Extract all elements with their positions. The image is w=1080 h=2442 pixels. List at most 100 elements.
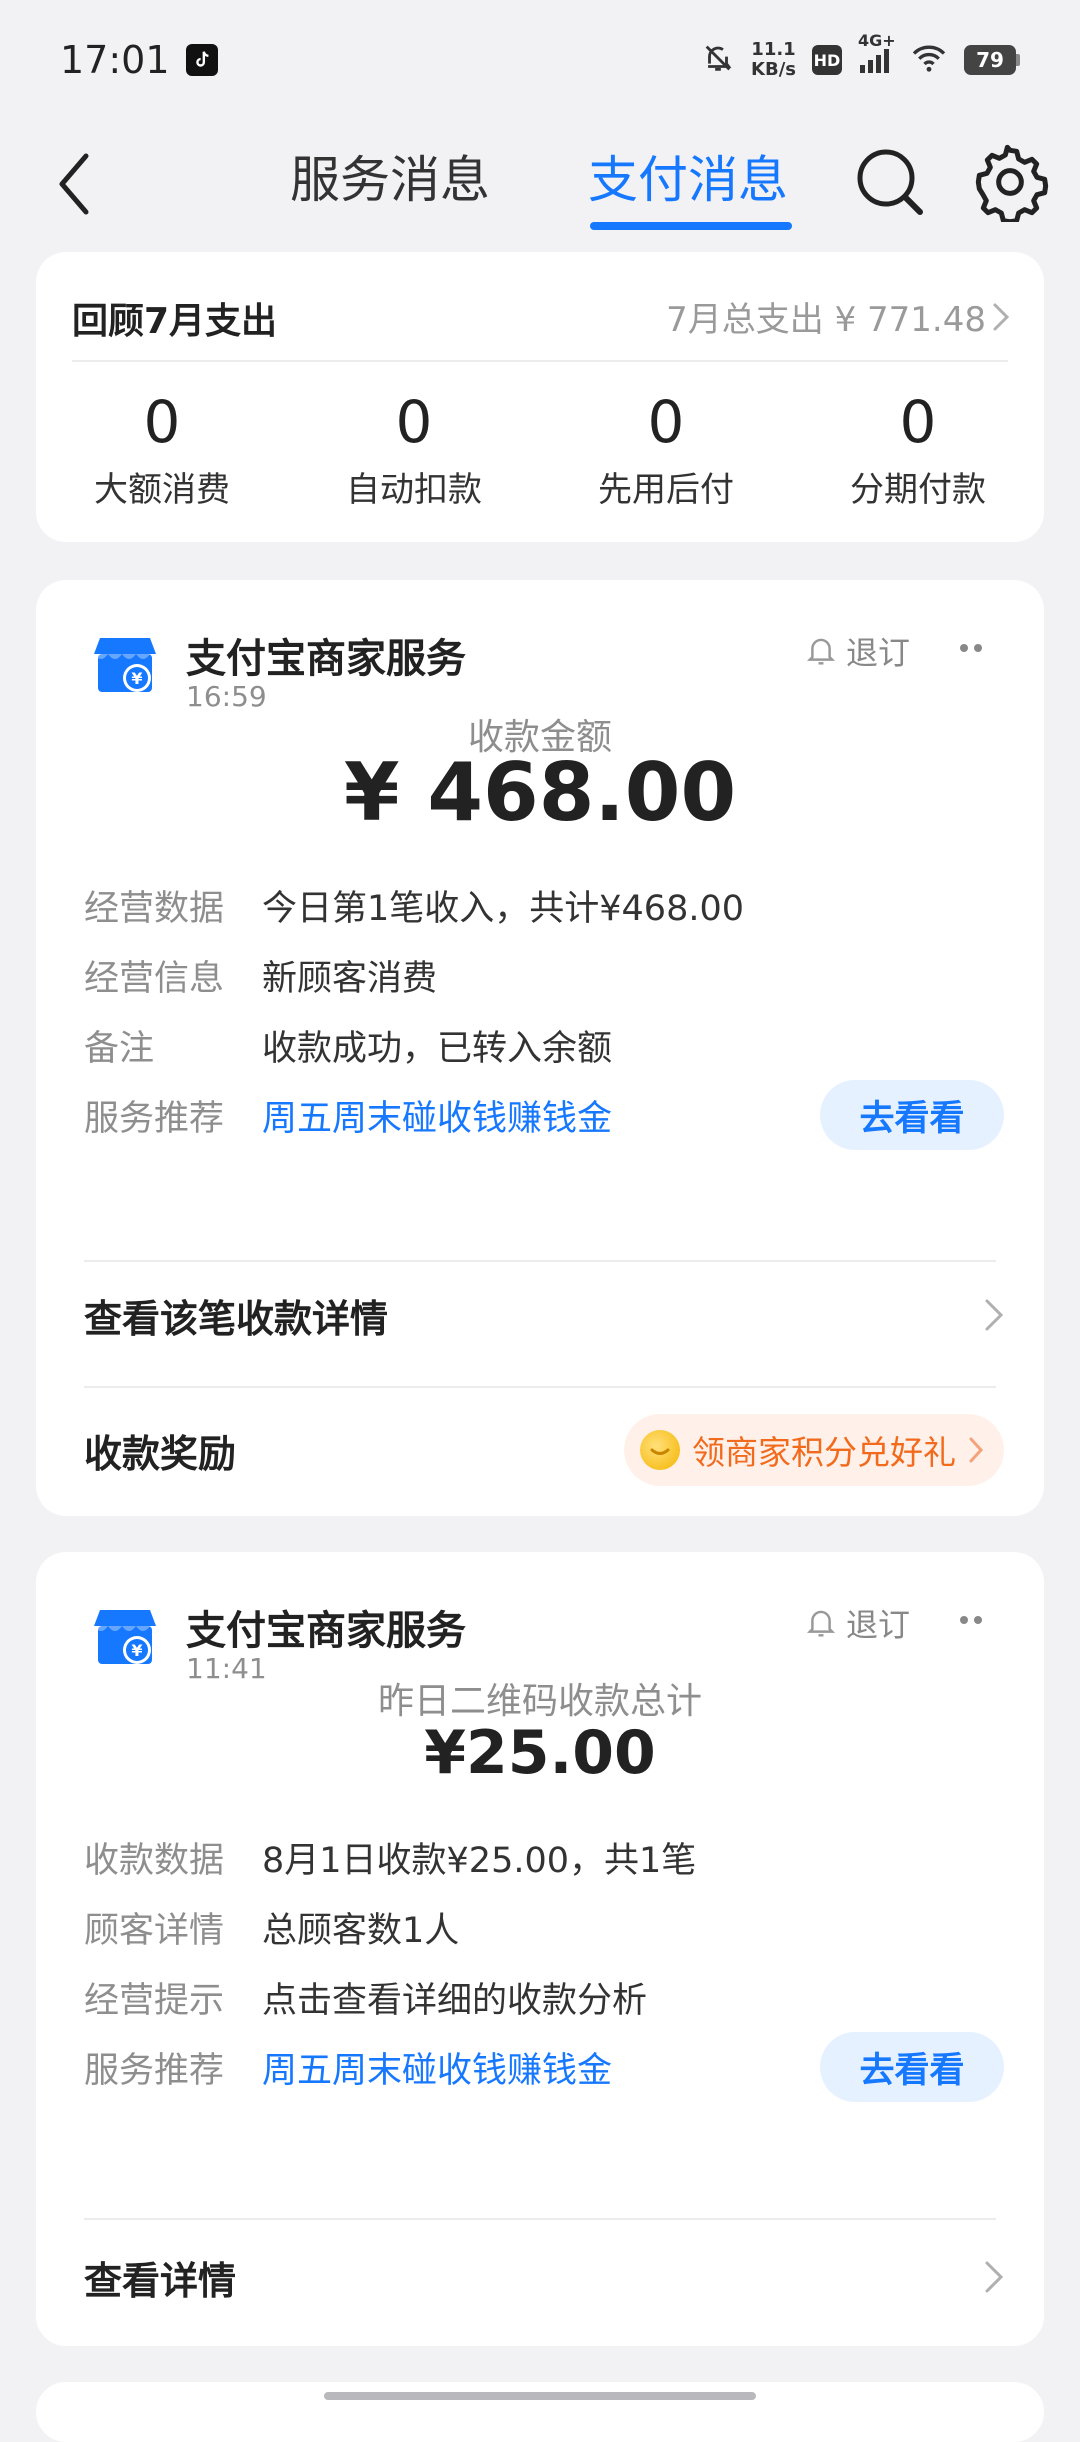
info-key: 经营信息 [84,958,225,999]
view-payment-detail-row[interactable]: 查看该笔收款详情 [84,1260,1004,1370]
info-row: 备注 收款成功，已转入余额 [84,1010,1004,1080]
status-time: 17:01 [60,38,170,82]
stat-auto-debit[interactable]: 0 自动扣款 [288,390,540,511]
next-message-card-peek [36,2382,1044,2442]
unsubscribe-label: 退订 [846,1606,911,1644]
search-icon [857,149,923,215]
svg-text:¥: ¥ [131,1641,142,1660]
go-see-button[interactable]: 去看看 [820,1080,1004,1150]
unsubscribe-button[interactable]: 退订 [806,1600,910,1646]
info-row: 经营数据 今日第1笔收入，共计¥468.00 [84,870,1004,940]
gear-icon [975,144,1049,225]
info-value: 新顾客消费 [262,958,438,999]
info-row: 收款数据 8月1日收款¥25.00，共1笔 [84,1822,1004,1892]
status-left: 17:01 [60,38,218,82]
stat-value: 0 [647,388,685,456]
back-button[interactable] [44,144,104,224]
summary-title: 回顾7月支出 [72,301,278,342]
chevron-right-icon [985,2261,1004,2293]
info-key: 服务推荐 [84,2050,225,2091]
bell-icon [806,638,836,665]
view-details-row[interactable]: 查看详情 [84,2222,1004,2332]
info-value: 8月1日收款¥25.00，共1笔 [262,1840,697,1881]
info-key: 顾客详情 [84,1910,225,1951]
monthly-summary-card: 回顾7月支出 7月总支出 ¥ 771.48 0 大额消费 0 自动扣款 0 先用… [36,252,1044,542]
info-value: 今日第1笔收入，共计¥468.00 [262,888,745,929]
reward-pill-text: 领商家积分兑好礼 [692,1433,956,1472]
tiktok-icon [185,44,218,76]
battery-level: 79 [964,45,1016,75]
info-key: 服务推荐 [84,1098,225,1139]
stat-label: 分期付款 [850,470,986,510]
back-icon [59,153,89,215]
unsubscribe-label: 退订 [846,634,911,672]
more-options-button[interactable] [946,628,996,668]
stat-installments[interactable]: 0 分期付款 [792,390,1044,511]
summary-total-link[interactable]: 7月总支出 ¥ 771.48 [666,292,1010,341]
recommendation-link[interactable]: 周五周末碰收钱赚钱金 [262,2042,612,2093]
merchant-name: 支付宝商家服务 [186,1608,466,1654]
tab-service-messages[interactable]: 服务消息 [290,140,490,220]
active-tab-indicator [590,222,792,230]
svg-text:¥: ¥ [131,669,142,688]
net-speed-unit: KB/s [751,59,796,80]
coin-icon [640,1430,680,1470]
view-details-label: 查看详情 [84,2258,237,2303]
tab-payment-messages[interactable]: 支付消息 [588,140,788,220]
bell-icon [806,1610,836,1637]
info-value: 点击查看详细的收款分析 [262,1980,648,2021]
net-speed: 11.1 KB/s [751,40,796,80]
unsubscribe-button[interactable]: 退订 [806,628,910,674]
merchant-name: 支付宝商家服务 [186,636,466,682]
more-dots-icon [960,1616,968,1624]
settings-button[interactable] [970,142,1050,225]
battery-tip [1016,54,1020,66]
info-row: 经营提示 点击查看详细的收款分析 [84,1962,1004,2032]
summary-total-text: 7月总支出 ¥ 771.48 [666,300,986,340]
stat-value: 0 [395,388,433,456]
info-row: 顾客详情 总顾客数1人 [84,1892,1004,1962]
reward-pill[interactable]: 领商家积分兑好礼 [624,1414,1004,1486]
status-right: 11.1 KB/s HD 4G+ 79 [701,31,1020,80]
card-divider [84,2218,996,2220]
info-row: 经营信息 新顾客消费 [84,940,1004,1010]
mute-icon [701,41,735,79]
amount-label: 昨日二维码收款总计 [377,1681,702,1722]
search-button[interactable] [850,142,930,222]
info-key: 经营数据 [84,888,225,929]
payment-reward-row: 收款奖励 领商家积分兑好礼 [84,1386,1004,1514]
more-dots-icon [974,644,982,652]
stat-large-spending[interactable]: 0 大额消费 [36,390,288,511]
info-value: 收款成功，已转入余额 [262,1028,613,1069]
chevron-right-icon [985,1299,1004,1331]
wifi-icon [910,43,948,77]
summary-divider [72,360,1008,362]
nav-bar: 服务消息 支付消息 [0,120,1080,240]
amount-value: ¥ 468.00 [343,746,737,839]
status-bar: 17:01 11.1 KB/s HD 4G+ 79 [0,0,1080,120]
recommendation-link[interactable]: 周五周末碰收钱赚钱金 [262,1090,612,1141]
amount-value: ¥25.00 [424,1718,656,1788]
view-payment-detail-label: 查看该笔收款详情 [84,1296,389,1341]
more-dots-icon [974,1616,982,1624]
merchant-store-icon: ¥ [90,630,160,700]
merchant-store-icon: ¥ [90,1602,160,1672]
net-speed-value: 11.1 [751,39,796,60]
home-indicator[interactable] [324,2392,756,2400]
stat-value: 0 [143,388,181,456]
chevron-right-icon [969,1437,984,1463]
stat-pay-later[interactable]: 0 先用后付 [540,390,792,511]
stat-label: 大额消费 [94,470,230,510]
info-key: 备注 [84,1028,155,1069]
stat-value: 0 [899,388,937,456]
message-card: ¥ 支付宝商家服务 16:59 退订 收款金额 ¥ 468.00 经营数据 今日… [36,580,1044,1516]
battery-icon: 79 [964,45,1020,75]
hd-badge: HD [812,45,842,75]
info-key: 经营提示 [84,1980,225,2021]
network-type: 4G+ [858,31,896,50]
message-card: ¥ 支付宝商家服务 11:41 退订 昨日二维码收款总计 ¥25.00 收款数据… [36,1552,1044,2346]
more-options-button[interactable] [946,1600,996,1640]
info-value: 总顾客数1人 [262,1910,460,1951]
go-see-button[interactable]: 去看看 [820,2032,1004,2102]
stat-label: 自动扣款 [346,470,482,510]
